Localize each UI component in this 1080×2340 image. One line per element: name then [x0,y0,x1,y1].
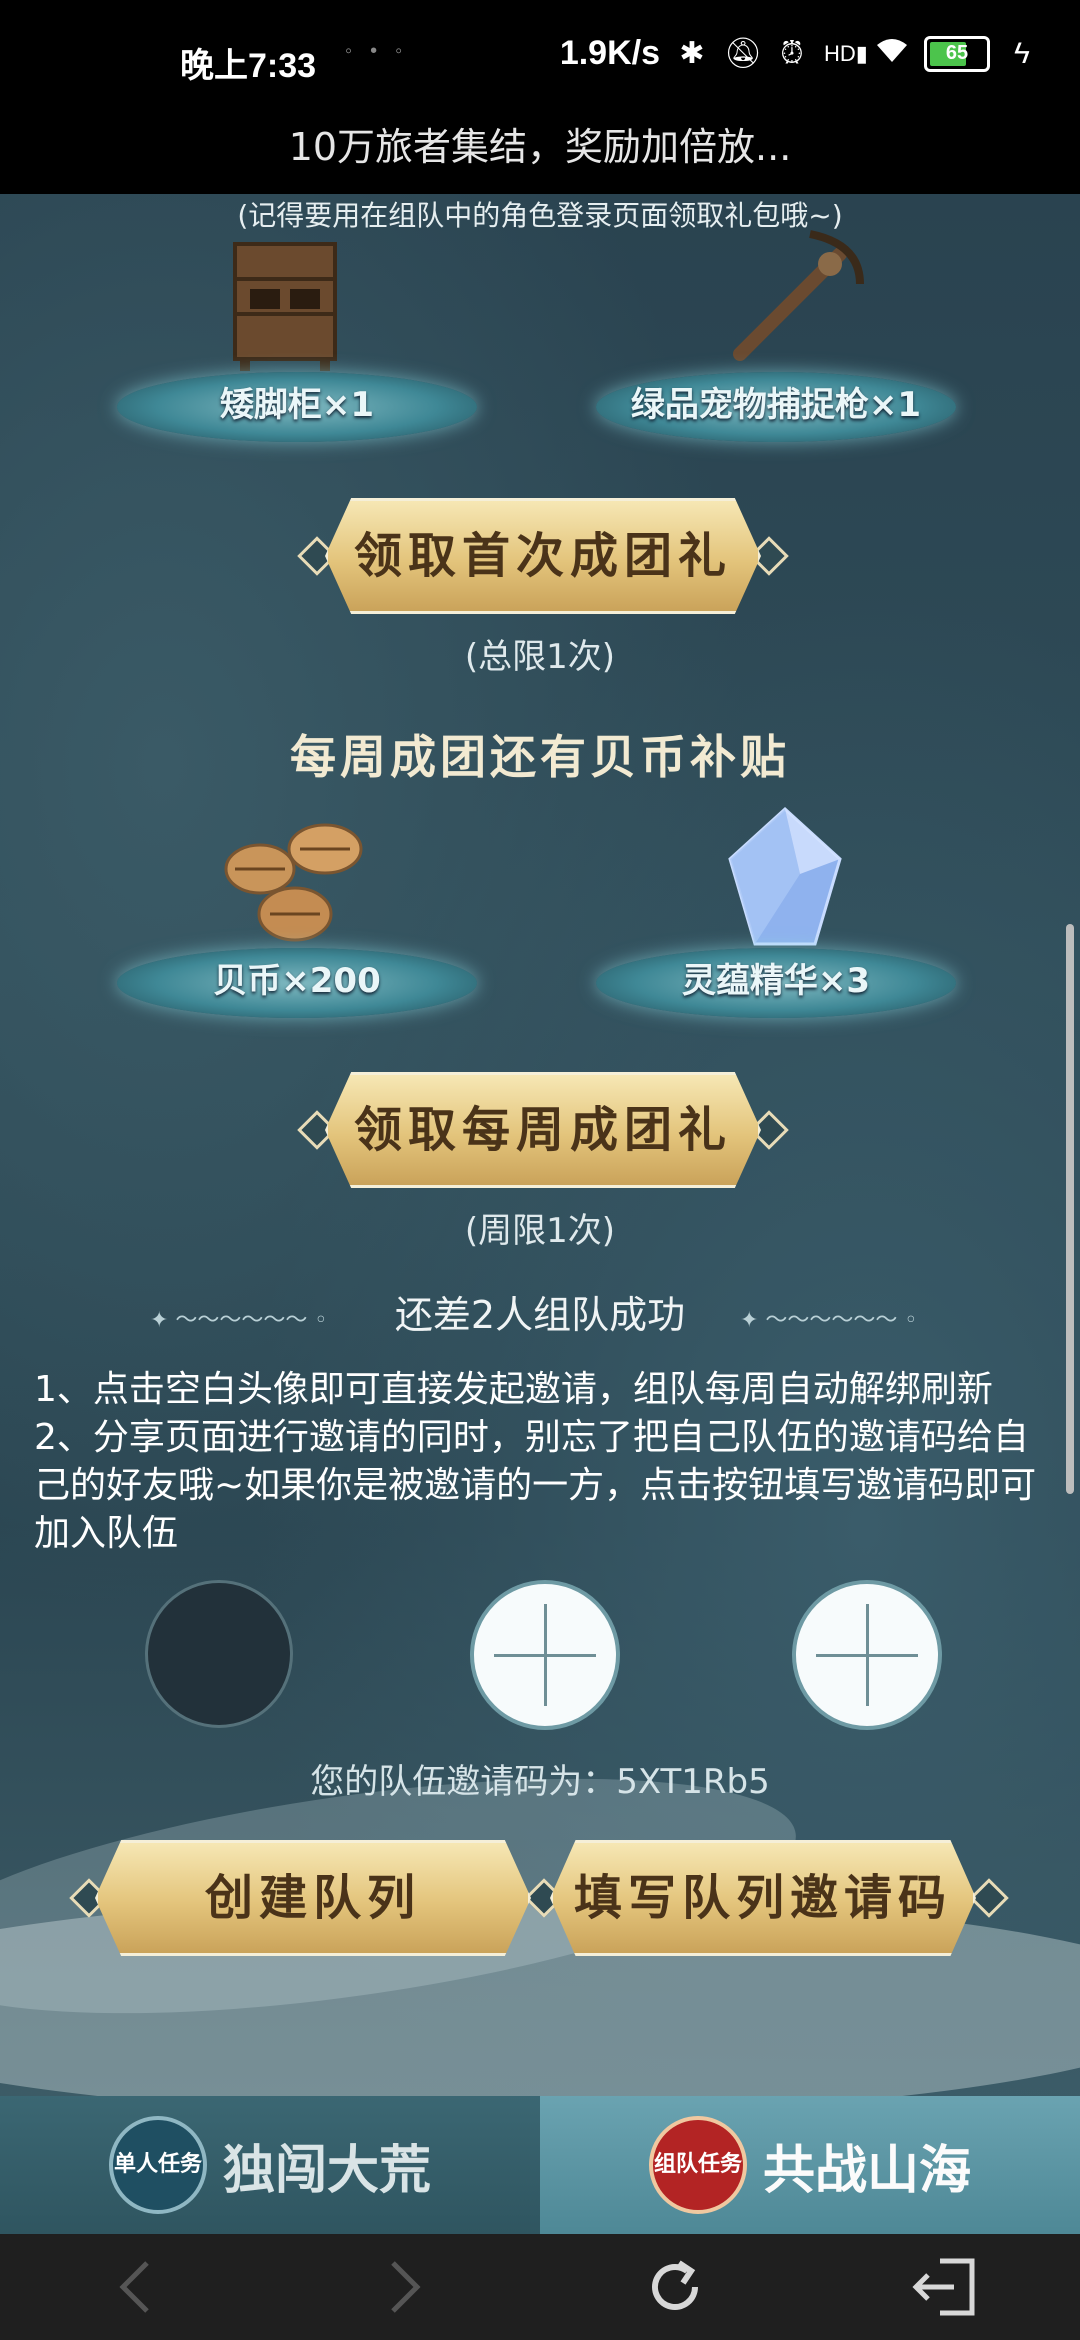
status-indicators: 1.9K/s ✱ 🔕︎ ⏰︎ HD▮ 65 ϟ [560,34,1040,73]
create-team-button[interactable]: 创建队列 [95,1840,531,1956]
status-bar: 晚上7:33 ◦•◦ 1.9K/s ✱ 🔕︎ ⏰︎ HD▮ 65 ϟ [0,0,1080,118]
weekly-gift-limit: (周限1次) [464,1211,616,1251]
browser-nav-bar [0,2234,1080,2340]
status-time: 晚上7:33 [180,47,317,85]
battery-icon: 65 [924,35,990,72]
wifi-icon [874,36,910,72]
cabinet-icon [233,242,337,371]
forward-icon[interactable] [365,2247,445,2327]
bluetooth-icon: ✱ [679,36,705,70]
claim-first-team-gift-button[interactable]: 领取首次成团礼 [325,498,761,614]
exit-icon[interactable] [905,2247,985,2327]
mute-icon: 🔕︎ [724,36,763,70]
event-page[interactable]: (记得要用在组队中的角色登录页面领取礼包哦~) 矮脚柜×1 绿品宠物捕捉枪×1 … [0,194,1080,2096]
crystal-icon [728,806,842,946]
reward-pedestal: 绿品宠物捕捉枪×1 [596,372,956,442]
reward-pedestal: 贝币×200 [117,948,477,1018]
signal-icon: HD▮ [824,40,868,66]
refresh-icon[interactable] [635,2247,715,2327]
team-member-avatar [145,1580,293,1728]
rule-1: 1、点击空白头像即可直接发起邀请，组队每周自动解绑刷新 [34,1369,993,1410]
team-quest-badge: 组队任务 [648,2116,747,2214]
invite-code: 您的队伍邀请码为：5XT1Rb5 [310,1762,770,1802]
gift-note: (记得要用在组队中的角色登录页面领取礼包哦~) [237,199,843,232]
back-icon[interactable] [95,2247,175,2327]
invite-slot-button[interactable] [470,1580,620,1730]
invite-slot-button[interactable] [792,1580,942,1730]
claim-weekly-team-gift-button[interactable]: 领取每周成团礼 [325,1072,761,1188]
weekly-gift-heading: 每周成团还有贝币补贴 [290,730,790,784]
charging-icon: ϟ [1014,36,1030,70]
team-rules: 1、点击空白头像即可直接发起邀请，组队每周自动解绑刷新 2、分享页面进行邀请的同… [34,1366,1044,1558]
page-title: 10万旅者集结，奖励加倍放... [0,118,1080,194]
crossbow-icon [733,230,864,361]
tab-team-quest[interactable]: 组队任务 共战山海 [540,2096,1080,2234]
solo-quest-badge: 单人任务 [108,2116,207,2214]
shell-coin-icon [224,823,363,942]
notification-icons: ◦•◦ [345,40,421,62]
first-gift-limit: (总限1次) [464,637,616,677]
rule-2: 2、分享页面进行邀请的同时，别忘了把自己队伍的邀请码给自己的好友哦~如果你是被邀… [34,1417,1037,1554]
tab-label: 独闯大荒 [222,2139,431,2201]
tab-solo-quest[interactable]: 单人任务 独闯大荒 [0,2096,540,2234]
reward-pedestal: 灵蕴精华×3 [596,948,956,1018]
reward-pedestal: 矮脚柜×1 [117,372,477,442]
alarm-icon: ⏰︎ [780,36,804,70]
scrollbar[interactable] [1066,924,1074,1494]
team-status: 还差2人组队成功 [394,1293,686,1337]
network-speed: 1.9K/s [559,34,660,72]
fill-invite-code-button[interactable]: 填写队列邀请码 [550,1840,976,1956]
bottom-tabs: 单人任务 独闯大荒 组队任务 共战山海 [0,2096,1080,2234]
tab-label: 共战山海 [762,2139,971,2201]
